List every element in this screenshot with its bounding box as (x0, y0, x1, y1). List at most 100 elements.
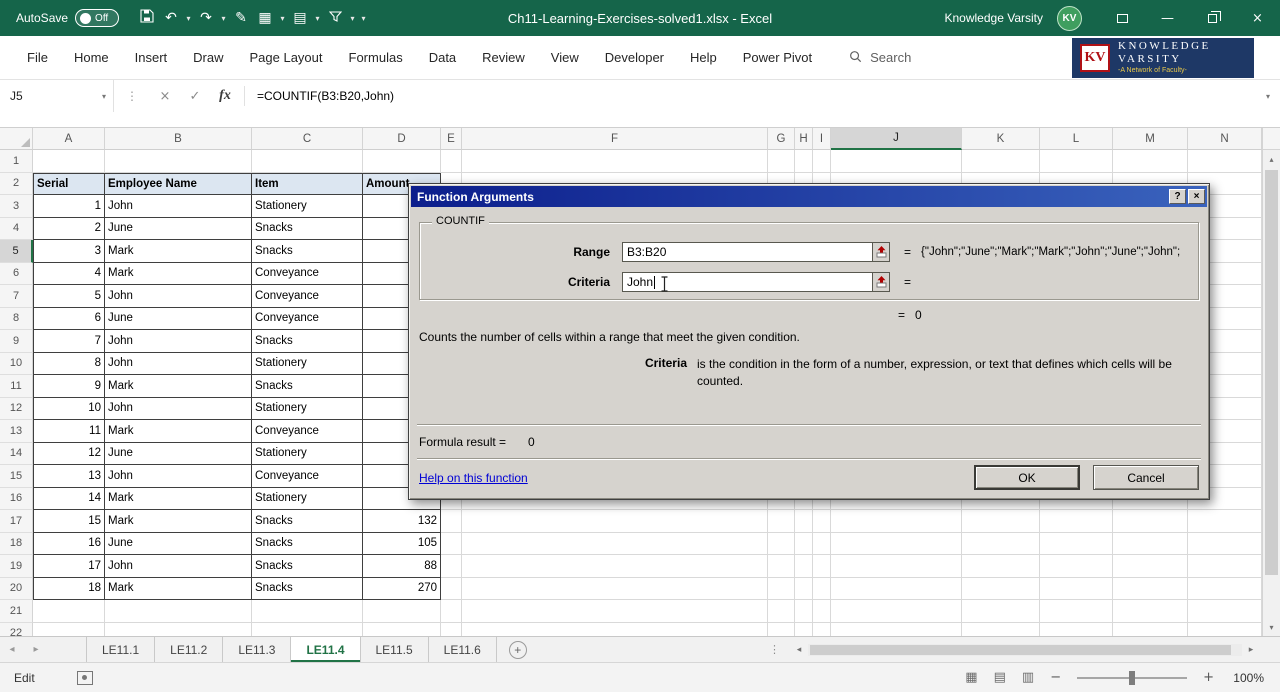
sheet-next-icon[interactable]: ▸ (24, 637, 48, 662)
sheet-tab-LE11-3[interactable]: LE11.3 (223, 637, 291, 662)
row-header-5[interactable]: 5 (0, 240, 33, 263)
cell-C3[interactable]: Stationery (252, 195, 363, 218)
cell-L1[interactable] (1040, 150, 1113, 173)
cell-D22[interactable] (363, 623, 441, 637)
ribbon-tab-review[interactable]: Review (469, 36, 538, 79)
cell-B20[interactable]: Mark (105, 578, 252, 601)
normal-view-icon[interactable]: ▦ (965, 670, 977, 685)
cell-A11[interactable]: 9 (33, 375, 105, 398)
cell-A3[interactable]: 1 (33, 195, 105, 218)
column-header-C[interactable]: C (252, 128, 363, 150)
filter-dropdown-icon[interactable]: ▾ (347, 14, 358, 23)
horizontal-scroll-thumb[interactable] (810, 645, 1231, 655)
cell-D21[interactable] (363, 600, 441, 623)
column-header-E[interactable]: E (441, 128, 462, 150)
table-icon[interactable]: ▦ (253, 0, 277, 36)
cell-N20[interactable] (1188, 578, 1262, 601)
cell-I20[interactable] (813, 578, 831, 601)
row-header-3[interactable]: 3 (0, 195, 33, 218)
cell-C10[interactable]: Stationery (252, 353, 363, 376)
cell-G22[interactable] (768, 623, 795, 637)
cell-M22[interactable] (1113, 623, 1188, 637)
borders-icon[interactable]: ▤ (288, 0, 312, 36)
ribbon-tab-page-layout[interactable]: Page Layout (237, 36, 336, 79)
redo-dropdown-icon[interactable]: ▾ (218, 14, 229, 23)
cell-M20[interactable] (1113, 578, 1188, 601)
cell-C15[interactable]: Conveyance (252, 465, 363, 488)
cell-J1[interactable] (831, 150, 962, 173)
cell-A12[interactable]: 10 (33, 398, 105, 421)
column-header-F[interactable]: F (462, 128, 768, 150)
cell-I21[interactable] (813, 600, 831, 623)
account-name[interactable]: Knowledge Varsity (945, 11, 1044, 25)
row-header-2[interactable]: 2 (0, 173, 33, 196)
cell-C21[interactable] (252, 600, 363, 623)
sheet-tab-LE11-4[interactable]: LE11.4 (291, 637, 360, 662)
ribbon-tab-power-pivot[interactable]: Power Pivot (730, 36, 825, 79)
cell-M1[interactable] (1113, 150, 1188, 173)
cell-A13[interactable]: 11 (33, 420, 105, 443)
row-header-13[interactable]: 13 (0, 420, 33, 443)
cell-E1[interactable] (441, 150, 462, 173)
macro-record-icon[interactable] (77, 671, 93, 685)
row-header-22[interactable]: 22 (0, 623, 33, 637)
ok-button[interactable]: OK (974, 465, 1080, 490)
cell-F21[interactable] (462, 600, 768, 623)
cell-K18[interactable] (962, 533, 1040, 556)
search-box[interactable]: Search (849, 50, 911, 66)
cell-E22[interactable] (441, 623, 462, 637)
scroll-down-icon[interactable]: ▾ (1263, 618, 1280, 636)
cell-C1[interactable] (252, 150, 363, 173)
cell-G20[interactable] (768, 578, 795, 601)
cell-H20[interactable] (795, 578, 813, 601)
cell-H1[interactable] (795, 150, 813, 173)
cell-I22[interactable] (813, 623, 831, 637)
insert-function-icon[interactable]: fx (210, 88, 240, 104)
name-box-dropdown-icon[interactable]: ▾ (102, 92, 113, 101)
cell-N19[interactable] (1188, 555, 1262, 578)
ribbon-tab-view[interactable]: View (538, 36, 592, 79)
zoom-in-icon[interactable]: + (1203, 670, 1214, 685)
cell-L17[interactable] (1040, 510, 1113, 533)
column-header-M[interactable]: M (1113, 128, 1188, 150)
cell-E17[interactable] (441, 510, 462, 533)
restore-button[interactable] (1190, 0, 1235, 36)
cell-C20[interactable]: Snacks (252, 578, 363, 601)
cell-B15[interactable]: John (105, 465, 252, 488)
cell-L19[interactable] (1040, 555, 1113, 578)
cell-D1[interactable] (363, 150, 441, 173)
cell-L20[interactable] (1040, 578, 1113, 601)
row-header-4[interactable]: 4 (0, 218, 33, 241)
cell-B12[interactable]: John (105, 398, 252, 421)
cell-J18[interactable] (831, 533, 962, 556)
row-header-20[interactable]: 20 (0, 578, 33, 601)
row-header-21[interactable]: 21 (0, 600, 33, 623)
cell-C13[interactable]: Conveyance (252, 420, 363, 443)
cell-C19[interactable]: Snacks (252, 555, 363, 578)
cell-B4[interactable]: June (105, 218, 252, 241)
cell-B21[interactable] (105, 600, 252, 623)
cell-K20[interactable] (962, 578, 1040, 601)
redo-icon[interactable]: ↷ (194, 0, 218, 36)
cell-A6[interactable]: 4 (33, 263, 105, 286)
cell-F20[interactable] (462, 578, 768, 601)
sheet-tab-LE11-2[interactable]: LE11.2 (155, 637, 223, 662)
cell-L21[interactable] (1040, 600, 1113, 623)
cell-C4[interactable]: Snacks (252, 218, 363, 241)
row-header-16[interactable]: 16 (0, 488, 33, 511)
cell-B6[interactable]: Mark (105, 263, 252, 286)
zoom-out-icon[interactable]: − (1050, 670, 1061, 685)
column-header-L[interactable]: L (1040, 128, 1113, 150)
vertical-scroll-track[interactable] (1263, 168, 1280, 618)
zoom-level[interactable]: 100% (1230, 671, 1264, 685)
cell-J21[interactable] (831, 600, 962, 623)
undo-dropdown-icon[interactable]: ▾ (183, 14, 194, 23)
cell-K17[interactable] (962, 510, 1040, 533)
cell-M21[interactable] (1113, 600, 1188, 623)
zoom-slider[interactable] (1077, 677, 1187, 679)
cell-G19[interactable] (768, 555, 795, 578)
cell-F22[interactable] (462, 623, 768, 637)
cell-K21[interactable] (962, 600, 1040, 623)
minimize-button[interactable]: — (1145, 0, 1190, 36)
page-break-view-icon[interactable]: ▥ (1022, 670, 1034, 685)
